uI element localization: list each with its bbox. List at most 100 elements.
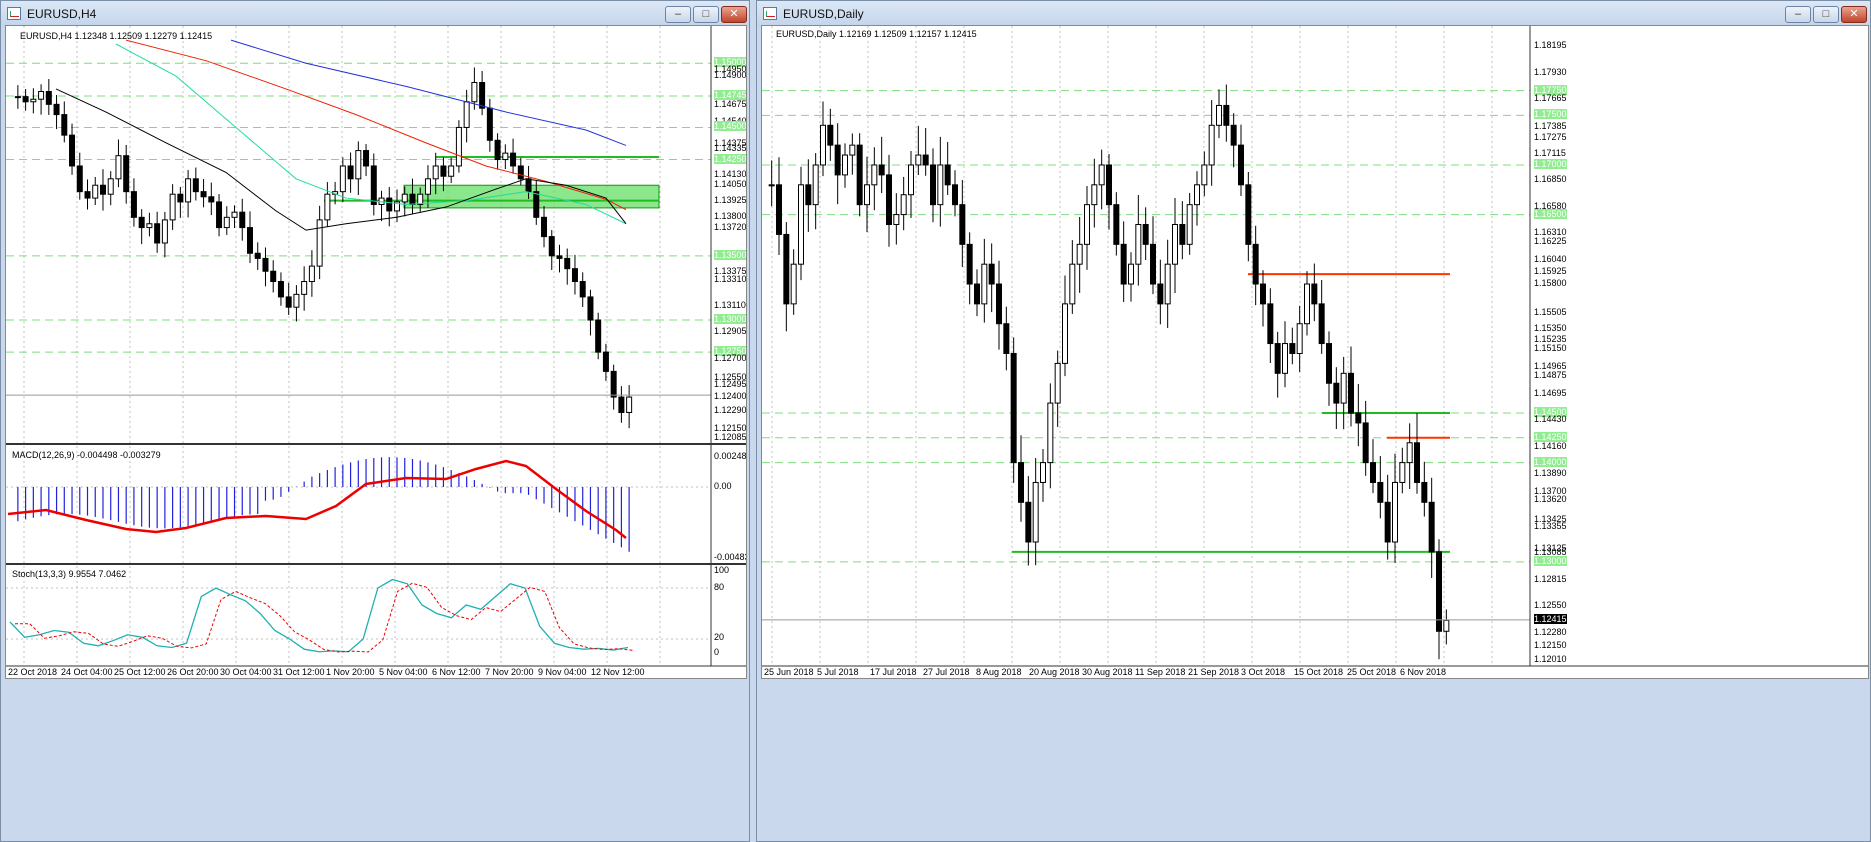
candle-body [1421, 481, 1428, 503]
minimize-icon[interactable]: – [665, 6, 691, 23]
candle-body [1282, 343, 1288, 374]
price-axis-label: 1.14250 [714, 153, 747, 164]
candle-body [1370, 462, 1376, 483]
candle-body [1010, 352, 1017, 464]
price-axis-label: 1.13110 [714, 299, 746, 310]
candle-body [952, 184, 958, 206]
candle-body [533, 191, 540, 218]
price-axis-label: 1.15800 [1534, 278, 1567, 289]
candle-body [417, 193, 424, 205]
right-chart-window[interactable]: EURUSD,Daily – □ ✕ EURUSD,Daily 1.12169 … [756, 0, 1871, 842]
candle-body [293, 293, 300, 308]
minimize-icon[interactable]: – [1785, 6, 1811, 23]
left-window-titlebar[interactable]: EURUSD,H4 – □ ✕ [1, 1, 749, 27]
time-axis-label: 11 Sep 2018 [1135, 667, 1186, 677]
candle-body [22, 96, 29, 103]
stoch-main-line [9, 578, 629, 653]
time-axis-label: 30 Aug 2018 [1082, 667, 1133, 677]
right-chart-header: EURUSD,Daily 1.12169 1.12509 1.12157 1.1… [776, 29, 977, 39]
left-chart-window[interactable]: EURUSD,H4 – □ ✕ EURUSD,H4 1.12348 1.1250… [0, 0, 750, 842]
candle-body [1252, 243, 1259, 285]
time-axis-label: 20 Aug 2018 [1029, 667, 1080, 677]
candle-body [208, 196, 215, 203]
price-axis-label: 1.18195 [1534, 40, 1567, 51]
candle-body [448, 165, 455, 177]
time-axis-label: 25 Oct 12:00 [114, 667, 166, 677]
candle-body [856, 144, 863, 206]
candle-body [1326, 343, 1332, 384]
candle-body [1003, 323, 1010, 354]
candle-body [908, 164, 914, 196]
candle-body [14, 96, 21, 99]
candle-body [1179, 224, 1186, 245]
close-icon[interactable]: ✕ [1841, 6, 1867, 23]
candle-body [45, 91, 52, 105]
right-window-titlebar[interactable]: EURUSD,Daily – □ ✕ [757, 1, 1870, 27]
candle-body [1362, 422, 1369, 464]
price-axis-label: 1.15150 [1534, 342, 1567, 353]
candle-body [1304, 283, 1310, 325]
time-axis-label: 30 Oct 04:00 [220, 667, 272, 677]
price-axis-label: 1.16225 [1534, 235, 1567, 246]
time-axis-label: 17 Jul 2018 [870, 667, 917, 677]
price-axis-label: 1.12150 [1534, 640, 1567, 651]
time-axis-label: 31 Oct 12:00 [273, 667, 325, 677]
macd-axis-label: 0.002484 [714, 451, 747, 461]
candle-body [878, 164, 885, 176]
chart-window-icon [763, 7, 777, 20]
price-axis-label: 1.12290 [714, 405, 747, 416]
price-axis-label: 1.14050 [714, 179, 747, 190]
candle-body [996, 283, 1002, 325]
candle-body [517, 165, 524, 180]
time-axis-label: 6 Nov 2018 [1400, 667, 1447, 677]
candle-body [834, 144, 841, 176]
candle-body [510, 152, 517, 167]
price-axis-label: 1.14675 [714, 98, 747, 109]
candle-body [548, 236, 555, 257]
candle-body [1113, 204, 1120, 245]
right-chart-area[interactable]: EURUSD,Daily 1.12169 1.12509 1.12157 1.1… [761, 25, 1869, 679]
candle-body [262, 257, 269, 272]
candle-body [115, 155, 122, 180]
macd-axis-label: -0.004831 [714, 552, 746, 562]
time-axis-label: 12 Nov 12:00 [591, 667, 645, 677]
candle-body [768, 184, 775, 187]
close-icon[interactable]: ✕ [721, 6, 747, 23]
candle-body [69, 134, 76, 167]
maximize-icon[interactable]: □ [693, 6, 719, 23]
candle-body [1076, 243, 1083, 265]
candle-body [53, 103, 60, 116]
price-axis-label: 1.17115 [1534, 147, 1566, 158]
price-axis-label: 1.14875 [1534, 369, 1567, 380]
price-axis-label: 1.12415 [1534, 613, 1567, 624]
price-axis-label: 1.13000 [714, 314, 747, 325]
price-axis-label: 1.12815 [1534, 574, 1567, 585]
chart-window-icon [7, 7, 21, 20]
candle-body [587, 296, 594, 321]
time-axis-label: 22 Oct 2018 [8, 667, 58, 677]
candle-body [618, 396, 625, 413]
candle-body [1098, 164, 1105, 186]
candle-body [432, 165, 439, 180]
candle-body [494, 139, 501, 161]
stoch-header: Stoch(13,3,3) 9.9554 7.0462 [12, 569, 127, 579]
candle-body [602, 351, 609, 372]
candle-body [285, 296, 292, 308]
candle-body [123, 155, 130, 193]
candle-body [1428, 501, 1435, 553]
right-chart-svg [762, 26, 1868, 667]
candle-body [146, 223, 153, 229]
candle-body [1311, 283, 1318, 305]
candle-body [1289, 343, 1296, 354]
candle-body [1135, 224, 1142, 265]
candle-body [1348, 372, 1354, 414]
candle-body [1340, 372, 1347, 404]
stoch-axis-label: 20 [714, 632, 725, 642]
time-axis-label: 15 Oct 2018 [1294, 667, 1344, 677]
left-chart-area[interactable]: EURUSD,H4 1.12348 1.12509 1.12279 1.1241… [5, 25, 747, 679]
candle-body [805, 184, 812, 206]
candle-body [347, 165, 354, 180]
candle-body [308, 265, 315, 283]
maximize-icon[interactable]: □ [1813, 6, 1839, 23]
candle-body [84, 191, 91, 199]
